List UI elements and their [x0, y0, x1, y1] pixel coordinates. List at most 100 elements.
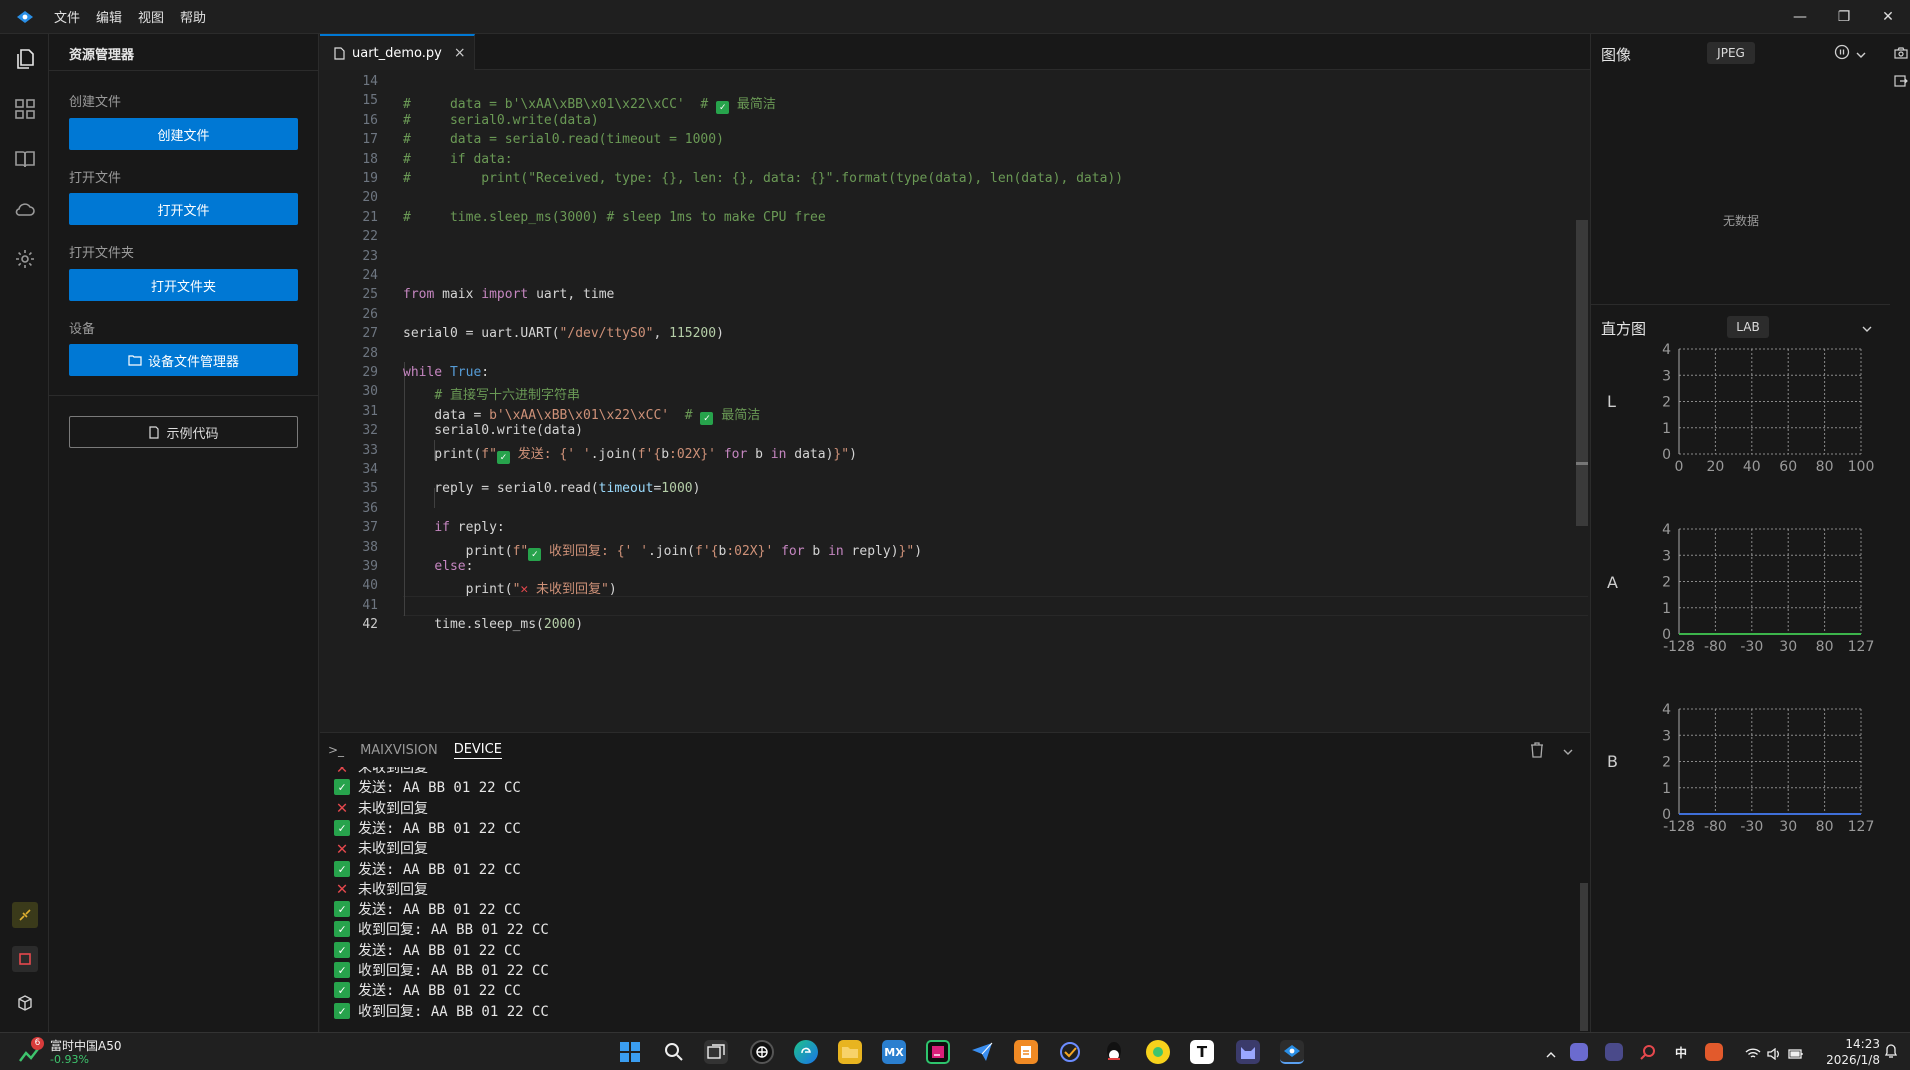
tray-app-icon[interactable] — [1570, 1043, 1588, 1061]
code-editor[interactable]: 14 15 # data = b'\xAA\xBB\x01\x22\xCC' # ✓… — [320, 70, 1590, 732]
open-file-button[interactable]: 打开文件 — [69, 193, 298, 225]
folder-sync-icon — [128, 355, 142, 366]
maixvision-taskbar-icon[interactable] — [1280, 1040, 1304, 1064]
line-number: 22 — [362, 229, 378, 245]
open-folder-button[interactable]: 打开文件夹 — [69, 269, 298, 301]
code-line: time.sleep_ms(2000) — [403, 617, 584, 633]
tray-chevron-up-icon[interactable] — [1545, 1045, 1557, 1064]
tray-ime-icon[interactable]: 中 — [1672, 1043, 1690, 1061]
line-number: 41 — [362, 597, 378, 613]
open-file-label: 打开文件 — [69, 171, 122, 186]
y-tick-label: 1 — [1662, 421, 1671, 437]
code-line: serial0.write(data) — [403, 423, 584, 439]
code-line: # 直接写十六进制字符串 — [434, 388, 580, 404]
menu-file[interactable]: 文件 — [54, 7, 80, 26]
stock-name[interactable]: 富时中国A50 — [50, 1037, 121, 1054]
notification-icon[interactable] — [1884, 1043, 1898, 1063]
speaker-icon[interactable] — [1767, 1045, 1781, 1064]
line-number: 37 — [362, 520, 378, 536]
camera-icon[interactable] — [1894, 44, 1908, 63]
tab-label: uart_demo.py — [352, 45, 442, 61]
line-number: 34 — [362, 462, 378, 477]
minimize-button[interactable]: — — [1778, 0, 1822, 34]
clion-icon[interactable] — [926, 1040, 950, 1064]
terminal-text: 发送: AA BB 01 22 CC — [358, 983, 521, 1000]
clock-date[interactable]: 2026/1/8 — [1790, 1053, 1880, 1067]
package-icon[interactable] — [12, 990, 38, 1016]
pinyin-input-icon[interactable] — [1146, 1040, 1170, 1064]
check-icon: ✓ — [334, 779, 350, 796]
menu-view[interactable]: 视图 — [138, 7, 164, 26]
stock-badge: 6 — [31, 1037, 44, 1050]
editor-scrollbar[interactable] — [1576, 220, 1588, 526]
file-explorer-icon[interactable] — [838, 1040, 862, 1064]
line-number: 26 — [362, 306, 378, 322]
check-icon: ✓ — [334, 860, 350, 877]
x-tick-label: 127 — [1848, 819, 1875, 835]
menu-help[interactable]: 帮助 — [180, 7, 206, 26]
line-number: 21 — [362, 209, 378, 225]
line-number: 29 — [362, 365, 378, 380]
check-icon: ✓ — [334, 901, 350, 918]
terminal-line: ✕ 未收到回复 — [334, 837, 428, 859]
dida-checklist-icon[interactable] — [1058, 1040, 1082, 1064]
line-number: 19 — [362, 171, 378, 186]
tab-maixvision[interactable]: MAIXVISION — [360, 743, 438, 758]
connect-device-icon[interactable] — [12, 902, 38, 928]
clock-time[interactable]: 14:23 — [1820, 1037, 1880, 1051]
docs-book-icon[interactable] — [12, 146, 38, 172]
y-tick-label: 4 — [1662, 702, 1671, 718]
line-number: 31 — [362, 403, 378, 419]
trash-icon[interactable] — [1530, 742, 1544, 762]
restore-button[interactable]: ❐ — [1822, 0, 1866, 34]
code-line: print(f" ✓ 收到回复: {' '.join(f'{b:02X}' for… — [403, 543, 923, 561]
stop-run-icon[interactable] — [12, 946, 38, 972]
tab-device[interactable]: DEVICE — [453, 742, 502, 759]
wifi-icon[interactable] — [1745, 1045, 1761, 1064]
chevron-down-icon[interactable] — [1562, 743, 1574, 762]
close-window-button[interactable]: ✕ — [1866, 0, 1910, 34]
task-view-icon[interactable] — [704, 1040, 728, 1064]
x-tick-label: 20 — [1706, 459, 1724, 475]
cloud-icon[interactable] — [12, 196, 38, 222]
pause-icon[interactable] — [1834, 44, 1850, 64]
check-icon: ✓ — [334, 982, 350, 999]
search-icon[interactable] — [662, 1040, 686, 1064]
x-tick-label: 30 — [1779, 639, 1797, 655]
image-format-select[interactable]: JPEG — [1707, 42, 1755, 64]
check-icon: ✓ — [334, 941, 350, 958]
explorer-icon[interactable] — [12, 46, 38, 72]
tray-s-icon[interactable] — [1705, 1043, 1723, 1061]
image-chevron-down-icon[interactable] — [1855, 46, 1867, 65]
line-number: 14 — [362, 74, 378, 89]
tray-search-red-icon[interactable] — [1639, 1043, 1657, 1061]
terminal-line: ✓ 发送: AA BB 01 22 CC — [334, 899, 521, 919]
chatgpt-icon[interactable] — [750, 1040, 774, 1064]
device-file-manager-button[interactable]: 设备文件管理器 — [69, 344, 298, 376]
panel-scrollbar[interactable] — [1580, 883, 1588, 1031]
check-icon: ✓ — [334, 962, 350, 978]
menu-edit[interactable]: 编辑 — [96, 7, 122, 26]
tab-close-icon[interactable]: × — [454, 45, 466, 61]
extensions-icon[interactable] — [12, 96, 38, 122]
export-icon[interactable] — [1894, 72, 1908, 91]
x-tick-label: -30 — [1740, 639, 1763, 655]
tab-uart-demo[interactable]: uart_demo.py × — [320, 34, 475, 70]
device-output: ✕ 未收到回复 ✓ 发送: AA BB 01 22 CC ✕ 未收到回复 ✓ 发送: AA B… — [320, 767, 1575, 1033]
cross-icon: ✕ — [336, 837, 348, 859]
typora-icon[interactable]: T — [1190, 1040, 1214, 1064]
qq-icon[interactable] — [1102, 1040, 1126, 1064]
example-code-button[interactable]: 示例代码 — [69, 416, 298, 448]
cat-app-icon[interactable] — [1236, 1040, 1260, 1064]
tray-cat-icon[interactable] — [1605, 1043, 1623, 1061]
check-icon: ✓ — [334, 1002, 350, 1019]
y-tick-label: 2 — [1662, 395, 1671, 411]
create-file-button[interactable]: 创建文件 — [69, 118, 298, 150]
line-number: 30 — [362, 384, 378, 400]
feishu-icon[interactable] — [970, 1040, 994, 1064]
windows-start-icon[interactable] — [618, 1040, 642, 1064]
edge-browser-icon[interactable] — [794, 1040, 818, 1064]
settings-gear-icon[interactable] — [12, 246, 38, 272]
pdf-reader-icon[interactable] — [1014, 1040, 1038, 1064]
mobaxterm-icon[interactable]: MX — [882, 1040, 906, 1064]
